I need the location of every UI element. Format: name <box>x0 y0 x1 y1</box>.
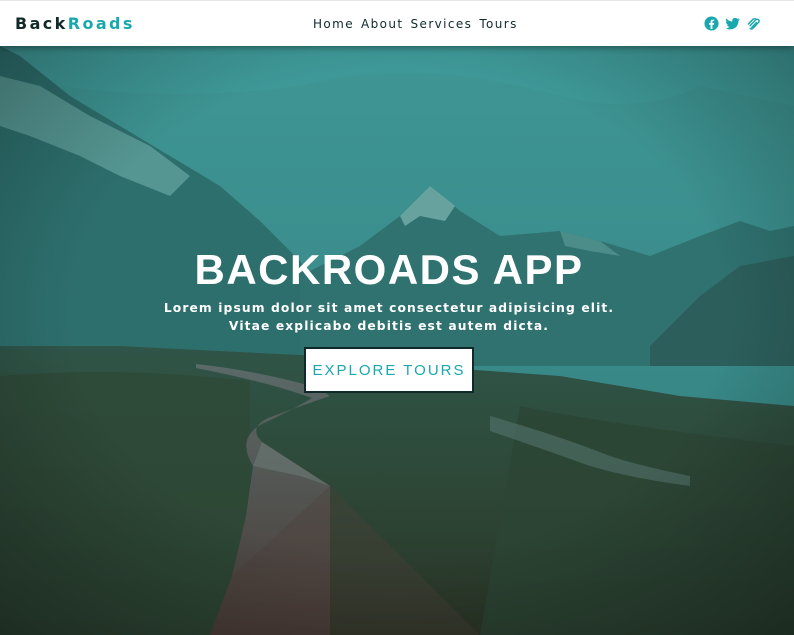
nav-link-tours[interactable]: Tours <box>479 16 517 32</box>
nav-link-home[interactable]: Home <box>313 16 354 32</box>
squarespace-icon[interactable] <box>746 16 761 31</box>
brand-logo-part-2: Roads <box>67 14 135 33</box>
brand-logo-part-1: Back <box>15 14 68 33</box>
navbar: BackRoads Home About Services Tours <box>0 0 794 46</box>
hero-content: BACKROADS APP Lorem ipsum dolor sit amet… <box>0 46 794 635</box>
hero-title: BACKROADS APP <box>194 246 584 293</box>
hero-section: BACKROADS APP Lorem ipsum dolor sit amet… <box>0 46 794 635</box>
hero-text: Lorem ipsum dolor sit amet consectetur a… <box>163 301 615 333</box>
explore-tours-button[interactable]: EXPLORE TOURS <box>304 347 474 393</box>
nav-links: Home About Services Tours <box>313 16 518 32</box>
social-links <box>704 16 761 31</box>
facebook-icon[interactable] <box>704 16 719 31</box>
nav-link-services[interactable]: Services <box>411 16 473 32</box>
brand-logo[interactable]: BackRoads <box>15 14 135 34</box>
twitter-icon[interactable] <box>725 16 740 31</box>
nav-link-about[interactable]: About <box>361 16 403 32</box>
